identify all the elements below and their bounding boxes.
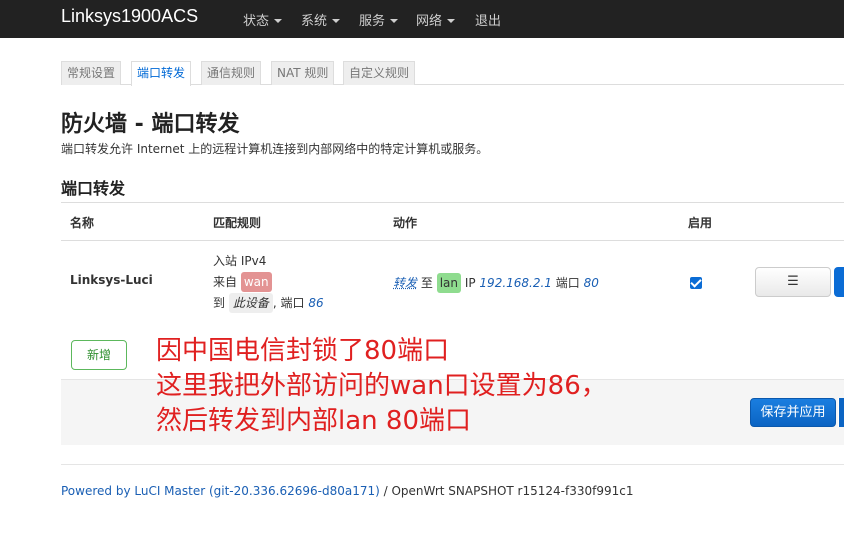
from-label: 来自 (213, 275, 238, 289)
enabled-checkbox[interactable] (690, 277, 702, 289)
caret-down-icon (447, 18, 456, 23)
to-label: 到 (213, 296, 226, 310)
match-line-inbound: 入站 IPv4 (213, 254, 267, 268)
action-to-label: 至 (420, 276, 433, 290)
save-dropdown-edge[interactable] (838, 398, 844, 427)
edit-button[interactable]: ☰ (755, 267, 831, 297)
menu-services[interactable]: 服务 (359, 10, 399, 29)
caret-down-icon (274, 18, 283, 23)
action-cell: 转发 至 lan IP 192.168.2.1 端口 80 (393, 273, 599, 293)
zone-lan-badge: lan (436, 273, 461, 293)
device-badge: 此设备 (228, 293, 273, 313)
page-description: 端口转发允许 Internet 上的远程计算机连接到内部网络中的特定计算机或服务… (61, 142, 489, 156)
footer-powered: Powered by LuCI Master (git-20.336.62696… (61, 484, 633, 498)
zone-wan-badge: wan (240, 272, 272, 292)
luci-link[interactable]: Powered by LuCI Master (git-20.336.62696… (61, 484, 380, 498)
delete-button-edge[interactable] (834, 267, 844, 297)
header-enabled: 启用 (688, 216, 713, 230)
action-ip: 192.168.2.1 (479, 276, 552, 290)
menu-logout[interactable]: 退出 (475, 10, 501, 29)
add-button[interactable]: 新增 (71, 340, 127, 370)
header-match: 匹配规则 (213, 216, 262, 230)
match-line-to: 到 此设备, 端口 86 (213, 293, 324, 314)
menu-icon: ☰ (787, 274, 799, 289)
openwrt-version: / OpenWrt SNAPSHOT r15124-f330f991c1 (379, 484, 634, 498)
ip-label: IP (464, 276, 476, 290)
match-line-from: 来自 wan (213, 272, 324, 293)
caret-down-icon (332, 18, 341, 23)
tab-traffic-rules[interactable]: 通信规则 (201, 61, 262, 85)
action-port: 80 (583, 276, 599, 290)
menu-network[interactable]: 网络 (416, 10, 456, 29)
annotation-text: 因中国电信封锁了80端口 这里我把外部访问的wan口设置为86， 然后转发到内部… (156, 336, 607, 436)
save-apply-button[interactable]: 保存并应用 (750, 398, 836, 427)
table-row: Linksys-Luci 入站 IPv4 来自 wan 到 此设备, 端口 86… (61, 241, 844, 321)
tab-general[interactable]: 常规设置 (61, 61, 122, 85)
brand-title[interactable]: Linksys1900ACS (61, 6, 198, 27)
footer-divider (61, 464, 844, 465)
tab-nat-rules[interactable]: NAT 规则 (271, 61, 335, 85)
section-title: 端口转发 (61, 179, 126, 198)
menu-system-label: 系统 (301, 14, 328, 29)
header-name: 名称 (70, 216, 95, 230)
table-header: 名称 匹配规则 动作 启用 (61, 202, 844, 241)
menu-status-label: 状态 (243, 14, 270, 29)
match-port: 86 (308, 296, 324, 310)
page-title: 防火墙 - 端口转发 (61, 112, 240, 137)
top-navbar: Linksys1900ACS 状态 系统 服务 网络 退出 (0, 0, 844, 38)
rule-name: Linksys-Luci (70, 273, 153, 287)
menu-status[interactable]: 状态 (243, 10, 283, 29)
tab-port-forward[interactable]: 端口转发 (131, 61, 192, 86)
action-port-label: 端口 (555, 276, 580, 290)
caret-down-icon (390, 18, 399, 23)
action-forward-link[interactable]: 转发 (393, 276, 417, 290)
menu-system[interactable]: 系统 (301, 10, 341, 29)
header-action: 动作 (393, 216, 418, 230)
menu-services-label: 服务 (359, 14, 386, 29)
tab-custom-rules[interactable]: 自定义规则 (343, 61, 416, 85)
menu-network-label: 网络 (416, 14, 443, 29)
port-label: , 端口 (272, 296, 305, 310)
match-rule: 入站 IPv4 来自 wan 到 此设备, 端口 86 (213, 251, 324, 314)
